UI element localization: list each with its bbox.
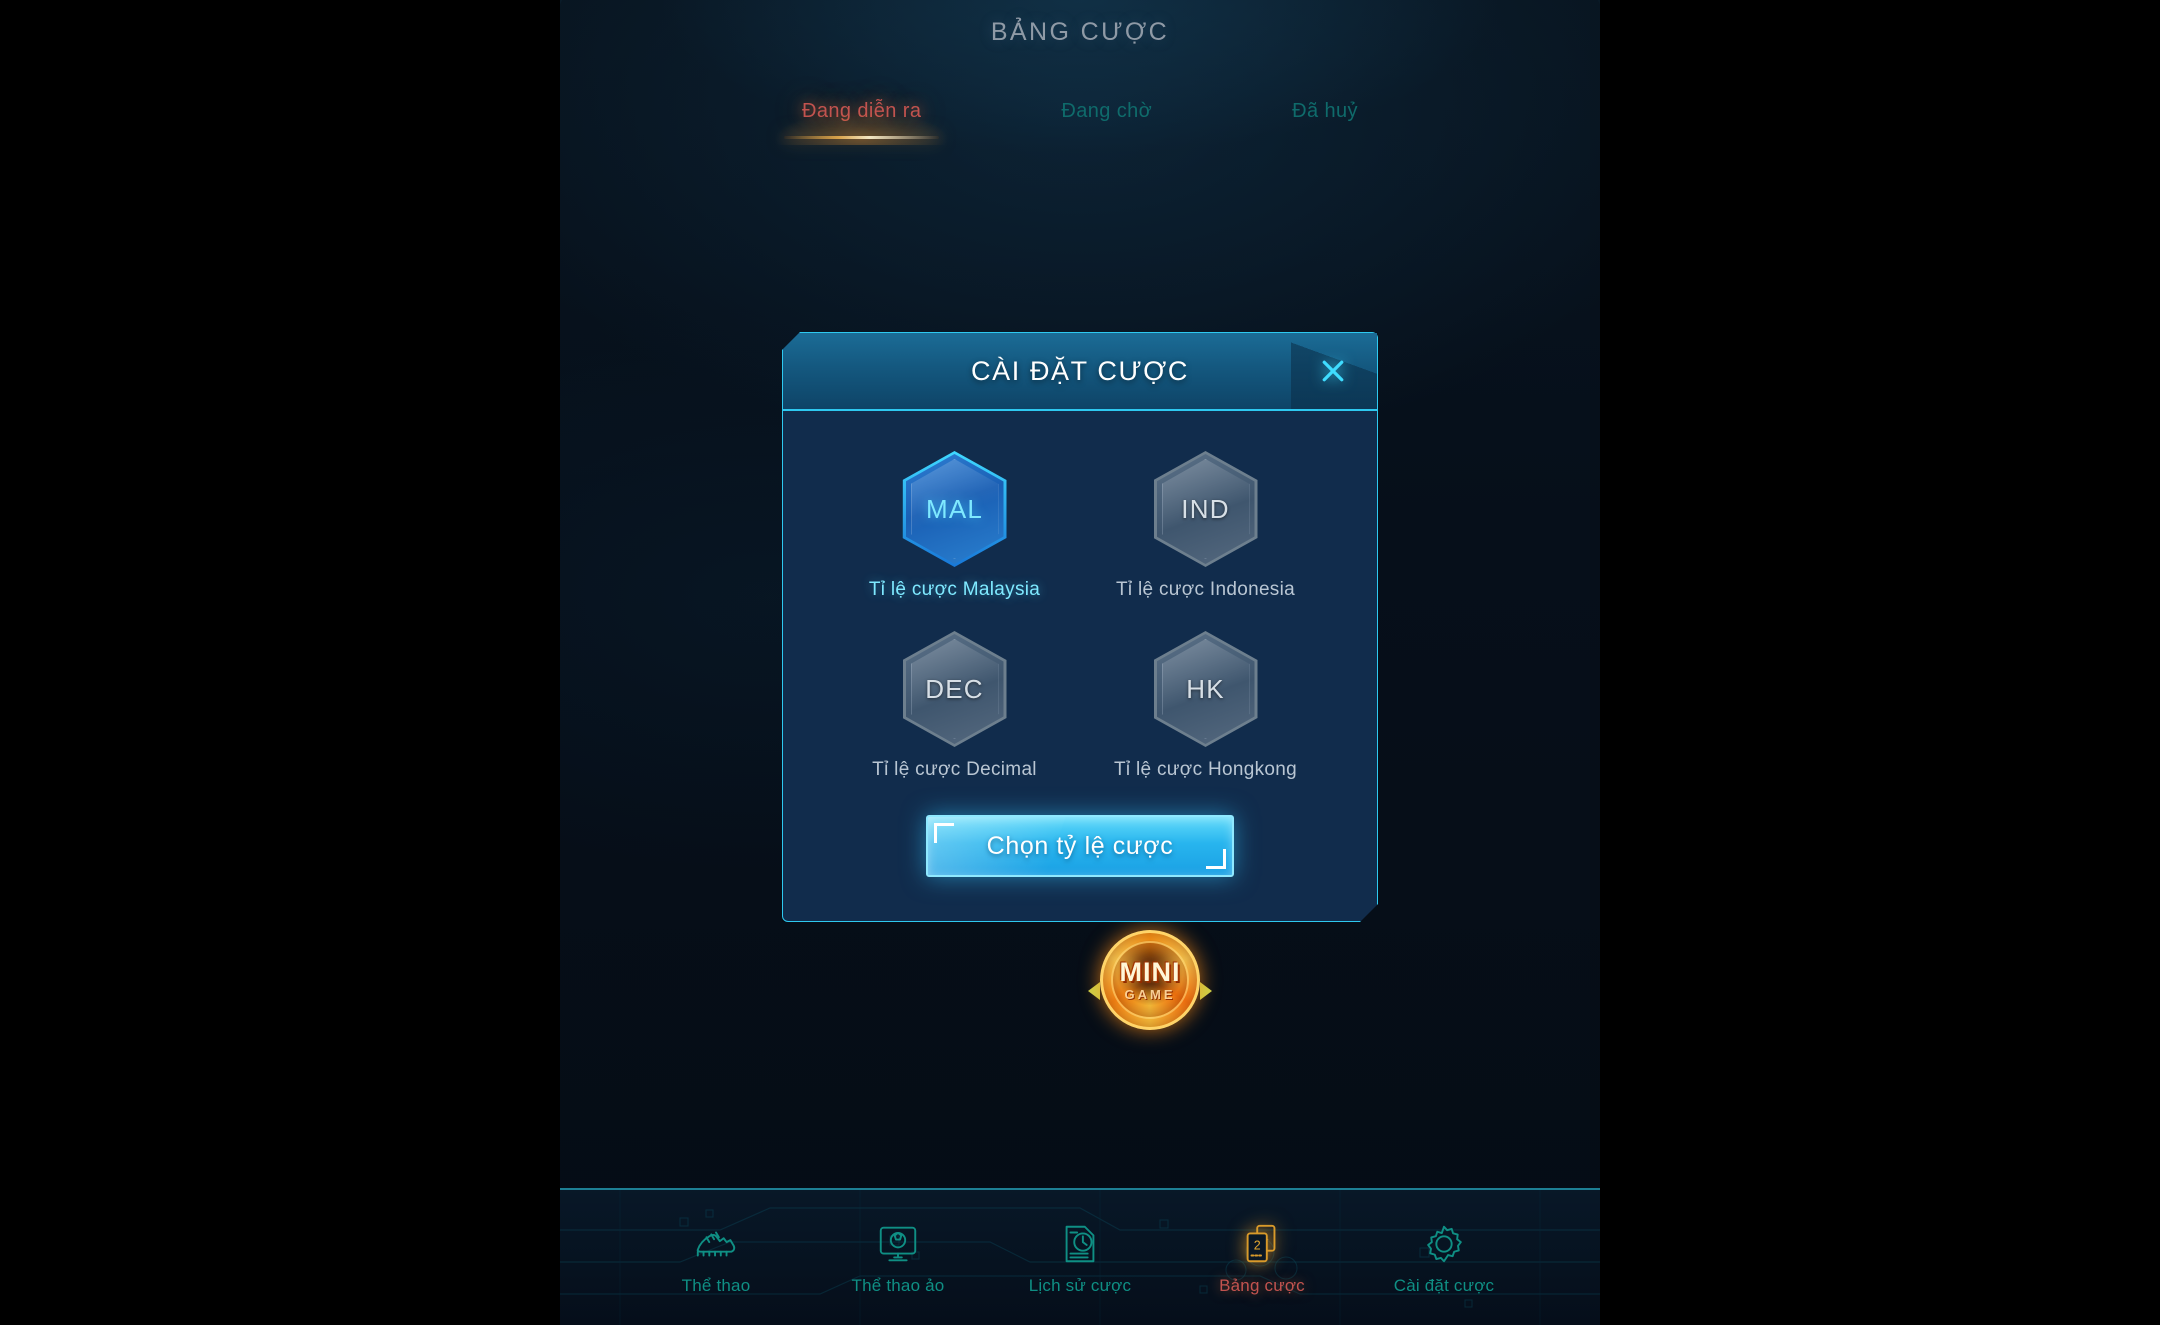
hexagon-badge: DEC	[903, 631, 1007, 747]
screen-root: BẢNG CƯỢC Đang diễn ra Đang chờ Đã huỷ C…	[0, 0, 2160, 1325]
minigame-coin: MINI GAME	[1100, 930, 1200, 1030]
bet-slip-cards-icon: 1 2	[1237, 1219, 1287, 1269]
nav-item-the-thao[interactable]: Thể thao	[651, 1219, 781, 1296]
confirm-odds-button[interactable]: Chọn tỷ lệ cược	[926, 815, 1234, 877]
nav-item-label: Thể thao ảo	[851, 1276, 945, 1295]
nav-item-the-thao-ao[interactable]: Thể thao ảo	[833, 1219, 963, 1296]
tab-da-huy[interactable]: Đã huỷ	[1282, 96, 1368, 139]
football-boot-icon	[691, 1219, 741, 1269]
odds-label: Tỉ lệ cược Malaysia	[868, 579, 1041, 600]
bracket-top-left	[934, 823, 954, 843]
odds-option-ind[interactable]: IND Tỉ lệ cược Indonesia	[1080, 451, 1331, 601]
odds-label: Tỉ lệ cược Decimal	[872, 759, 1037, 780]
arrow-right-icon[interactable]	[1200, 982, 1212, 1000]
odds-label: Tỉ lệ cược Hongkong	[1114, 759, 1297, 780]
tab-dang-cho[interactable]: Đang chờ	[1051, 96, 1162, 139]
minigame-badge[interactable]: MINI GAME	[1088, 930, 1212, 1054]
minigame-text: MINI GAME	[1119, 957, 1181, 1002]
modal-title: CÀI ĐẶT CƯỢC	[971, 355, 1189, 386]
nav-item-label: Lịch sử cược	[1028, 1276, 1132, 1295]
page-title: BẢNG CƯỢC	[990, 18, 1170, 46]
odds-code: MAL	[925, 493, 984, 524]
nav-item-cai-dat-cuoc[interactable]: Cài đặt cược	[1379, 1219, 1509, 1296]
bracket-bottom-right	[1206, 849, 1226, 869]
bet-settings-modal: CÀI ĐẶT CƯỢC MAL Tỉ lệ cược Malaysia IND…	[782, 332, 1378, 922]
nav-item-label: Thể thao	[681, 1276, 751, 1295]
gear-icon	[1419, 1219, 1469, 1269]
odds-option-hk[interactable]: HK Tỉ lệ cược Hongkong	[1080, 631, 1331, 781]
tab-label: Đã huỷ	[1292, 100, 1358, 122]
hexagon-badge: HK	[1154, 631, 1258, 747]
odds-code: IND	[1181, 493, 1230, 524]
virtual-sports-monitor-icon	[873, 1219, 923, 1269]
modal-header: CÀI ĐẶT CƯỢC	[783, 333, 1377, 411]
close-icon[interactable]	[1311, 349, 1355, 393]
modal-body: MAL Tỉ lệ cược Malaysia IND Tỉ lệ cược I…	[783, 411, 1377, 921]
odds-code: HK	[1186, 673, 1225, 704]
app-viewport: BẢNG CƯỢC Đang diễn ra Đang chờ Đã huỷ C…	[560, 0, 1600, 1325]
tab-label: Đang diễn ra	[802, 100, 922, 122]
bet-history-clock-icon	[1055, 1219, 1105, 1269]
nav-item-label: Bảng cược	[1219, 1276, 1305, 1295]
tab-bar: Đang diễn ra Đang chờ Đã huỷ	[560, 83, 1600, 145]
odds-format-grid: MAL Tỉ lệ cược Malaysia IND Tỉ lệ cược I…	[783, 443, 1377, 781]
odds-option-dec[interactable]: DEC Tỉ lệ cược Decimal	[829, 631, 1080, 781]
nav-item-lich-su-cuoc[interactable]: Lịch sử cược	[1015, 1219, 1145, 1296]
nav-item-label: Cài đặt cược	[1393, 1276, 1495, 1295]
odds-code: DEC	[925, 673, 984, 704]
confirm-odds-label: Chọn tỷ lệ cược	[986, 831, 1174, 860]
bottom-navigation: Thể thao Thể thao ảo Lịch sử cược 2 Bảng…	[560, 1188, 1600, 1325]
hexagon-badge: MAL	[903, 451, 1007, 567]
tab-label: Đang chờ	[1061, 100, 1153, 122]
nav-item-list: Thể thao Thể thao ảo Lịch sử cược 2 Bảng…	[560, 1190, 1600, 1325]
odds-label: Tỉ lệ cược Indonesia	[1115, 579, 1296, 600]
modal-footer: Chọn tỷ lệ cược	[783, 815, 1377, 877]
nav-item-bang-cuoc[interactable]: 1 2 Bảng cược	[1197, 1219, 1327, 1296]
minigame-line1: MINI	[1119, 957, 1181, 987]
minigame-line2: GAME	[1124, 987, 1176, 1002]
odds-option-mal[interactable]: MAL Tỉ lệ cược Malaysia	[829, 451, 1080, 601]
svg-text:2: 2	[1254, 1239, 1261, 1253]
arrow-left-icon[interactable]	[1088, 982, 1100, 1000]
tab-dang-dien-ra[interactable]: Đang diễn ra	[761, 83, 962, 145]
hexagon-badge: IND	[1154, 451, 1258, 567]
